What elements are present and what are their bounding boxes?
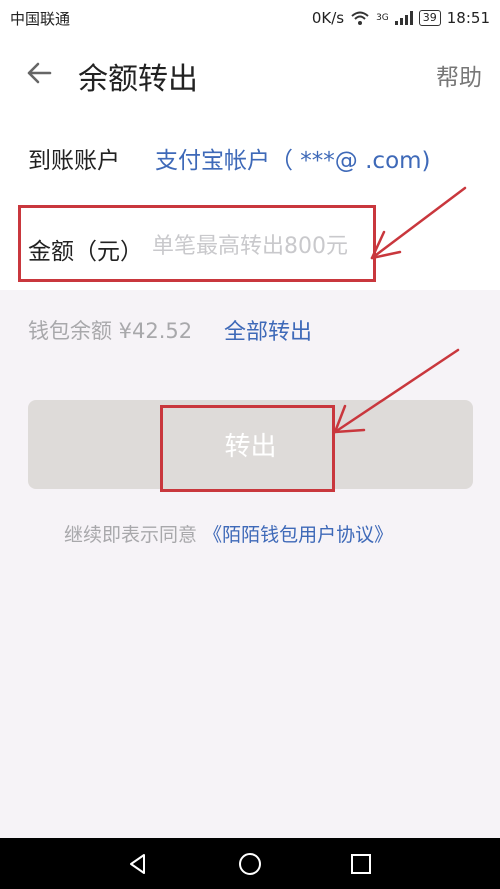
agreement-link[interactable]: 《陌陌钱包用户协议》 bbox=[203, 524, 393, 546]
carrier-name: 中国联通 bbox=[10, 9, 71, 28]
clock: 18:51 bbox=[446, 9, 490, 27]
nav-back-icon[interactable] bbox=[124, 850, 152, 878]
wifi-icon bbox=[351, 11, 369, 25]
network-type: 3G bbox=[376, 13, 389, 23]
system-nav-bar bbox=[0, 838, 500, 889]
transfer-all-button[interactable]: 全部转出 bbox=[224, 314, 312, 346]
amount-highlight-box bbox=[18, 205, 376, 282]
button-highlight-box bbox=[160, 405, 335, 492]
page-title: 余额转出 bbox=[78, 62, 198, 97]
account-label: 到账账户 bbox=[28, 148, 120, 174]
help-button[interactable]: 帮助 bbox=[436, 58, 482, 92]
battery-icon: 39 bbox=[418, 10, 441, 26]
status-icons: 0K/s 3G 39 18:51 bbox=[312, 9, 490, 27]
wallet-balance: 钱包余额 ¥42.52 bbox=[28, 319, 193, 343]
back-arrow-icon[interactable] bbox=[24, 58, 54, 88]
battery-level: 39 bbox=[422, 11, 437, 24]
app-bar: 余额转出 帮助 bbox=[0, 36, 500, 112]
nav-recent-icon[interactable] bbox=[347, 850, 375, 878]
net-speed: 0K/s bbox=[311, 9, 345, 27]
signal-icon bbox=[394, 11, 413, 25]
agreement-prefix: 继续即表示同意 bbox=[64, 524, 198, 546]
nav-home-icon[interactable] bbox=[236, 850, 264, 878]
status-bar: 中国联通 0K/s 3G 39 18:51 bbox=[0, 0, 500, 36]
agreement-row: 继续即表示同意 《陌陌钱包用户协议》 bbox=[64, 520, 393, 547]
account-value[interactable]: 支付宝帐户（ ***@ .com) bbox=[155, 141, 431, 175]
